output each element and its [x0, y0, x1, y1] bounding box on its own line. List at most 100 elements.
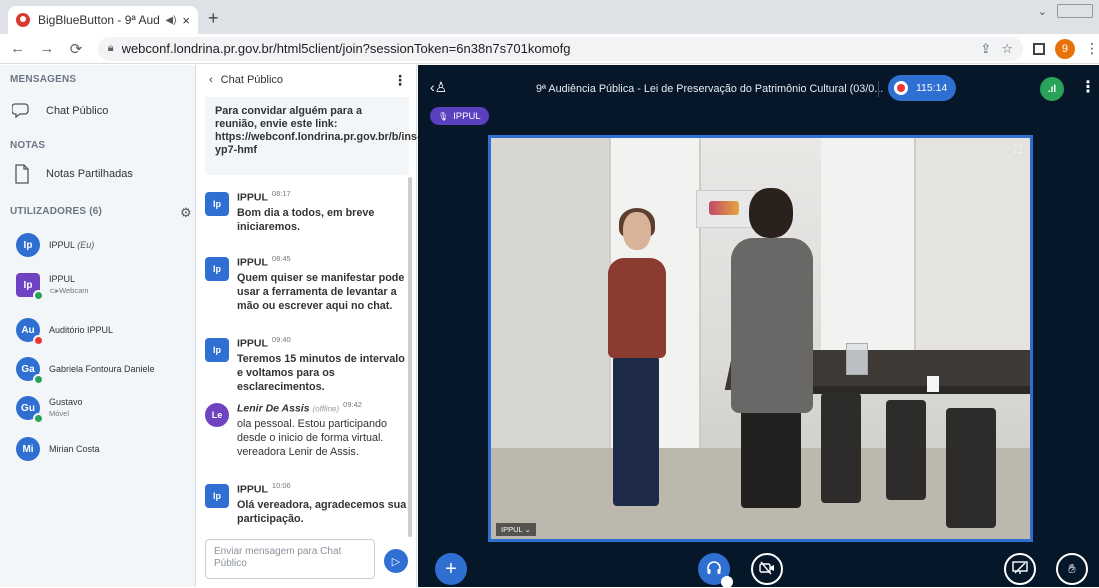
url-text[interactable]: webconf.londrina.pr.gov.br/html5client/j… [122, 41, 971, 56]
raise-hand-button[interactable]: ✋︎ [1056, 553, 1088, 585]
options-menu-icon[interactable]: ⋮ [1080, 77, 1096, 97]
side-panel-icon[interactable] [1032, 42, 1045, 55]
chat-message: Ip IPPUL 08:17 Bom dia a todos, em breve … [205, 189, 410, 234]
new-tab-button[interactable]: + [208, 8, 219, 29]
avatar: Ga [16, 357, 44, 385]
user-list-item[interactable]: Mi Mirian Costa [16, 437, 100, 461]
record-icon [894, 81, 908, 95]
avatar: Au [16, 318, 44, 346]
water-pitcher [846, 343, 868, 375]
user-name: Auditório IPPUL [49, 324, 114, 335]
wall-poster [696, 190, 756, 228]
address-bar[interactable]: 🔒︎ webconf.londrina.pr.gov.br/html5clien… [97, 36, 1023, 61]
chat-options-icon[interactable]: ⋮ [393, 72, 407, 89]
presentation-off-icon [1012, 560, 1028, 578]
microphone-icon: 🎙︎ [438, 111, 449, 121]
avatar: Ip [205, 257, 229, 281]
tab-close-icon[interactable]: × [182, 13, 190, 28]
audio-status-icon [33, 413, 44, 424]
avatar: Ip [205, 338, 229, 362]
document-icon [10, 162, 34, 186]
message-text: Olá vereadora, agradecemos sua participa… [237, 498, 407, 525]
chevron-down-icon[interactable]: ⌄ [1038, 5, 1047, 18]
bigbluebutton-favicon-icon [16, 13, 30, 27]
user-list-item[interactable]: Gu Gustavo Móvel [16, 396, 83, 424]
recording-indicator[interactable]: 115:14 [888, 75, 956, 101]
notes-section-title: NOTAS [10, 140, 46, 151]
video-user-label[interactable]: IPPUL ⌄ [496, 523, 536, 536]
chat-message: Le Lenir De Assis (offline) 09:42 ola pes… [205, 400, 410, 459]
audio-status-icon [33, 374, 44, 385]
chair [821, 393, 861, 503]
headphones-icon [706, 560, 722, 579]
chat-panel: ‹ Chat Público ⋮ Para convidar alguém pa… [197, 65, 421, 587]
wall-panel [491, 138, 611, 448]
message-text: Quem quiser se manifestar pode usar a fe… [237, 271, 405, 312]
welcome-message: Para convidar alguém para a reunião, env… [205, 97, 421, 175]
avatar: Ip [205, 484, 229, 508]
window-buttons-icon[interactable] [1057, 4, 1093, 18]
message-text: Bom dia a todos, em breve iniciaremos. [237, 206, 375, 233]
browser-menu-icon[interactable]: ⋮ [1085, 40, 1099, 57]
talking-indicator[interactable]: 🎙︎ IPPUL [430, 107, 489, 125]
message-text: ola pessoal. Estou participando desde o … [237, 417, 388, 458]
public-chat-label[interactable]: Chat Público [46, 105, 108, 117]
user-name: Gabriela Fontoura Daniele [49, 363, 155, 374]
profile-avatar[interactable]: 9 [1054, 38, 1075, 59]
cup [927, 376, 939, 392]
send-button[interactable]: ▷ [384, 549, 408, 573]
lock-icon[interactable]: 🔒︎ [108, 42, 114, 55]
chat-header: ‹ Chat Público ⋮ [197, 65, 417, 95]
hand-icon: ✋︎ [1068, 561, 1076, 576]
audio-options-icon[interactable] [721, 576, 733, 588]
person-left-legs [613, 356, 659, 506]
message-author: IPPUL 08:17 [237, 189, 291, 204]
forward-arrow-icon[interactable]: → [35, 40, 58, 57]
gear-icon[interactable]: ⚙ [180, 205, 192, 221]
chat-title[interactable]: Chat Público [221, 74, 283, 86]
users-section-title: UTILIZADORES (6) [10, 206, 103, 217]
person-left [608, 258, 666, 358]
speaker-icon[interactable]: ◀) [165, 15, 176, 26]
chair [946, 408, 996, 528]
shared-notes-label[interactable]: Notas Partilhadas [46, 168, 133, 180]
chat-message-input[interactable]: Enviar mensagem para Chat Público [205, 539, 375, 579]
chair [886, 400, 926, 500]
user-list-item[interactable]: Ga Gabriela Fontoura Daniele [16, 357, 155, 385]
toggle-userlist-icon[interactable]: ‹♙ [430, 79, 447, 96]
reload-icon[interactable]: ⟳ [64, 40, 87, 58]
send-arrow-icon: ▷ [391, 555, 401, 568]
sidebar-item-public-chat[interactable]: Chat Público [10, 99, 108, 123]
browser-tab[interactable]: BigBlueButton - 9ª Audiênci ◀) × [8, 6, 198, 34]
message-author: Lenir De Assis (offline) 09:42 [237, 400, 362, 415]
chat-message: Ip IPPUL 10:06 Olá vereadora, agradecemos… [205, 481, 410, 526]
person-left-face [623, 212, 651, 250]
webcam-video[interactable]: ⛶ IPPUL ⌄ [488, 135, 1033, 542]
back-arrow-icon[interactable]: ← [6, 40, 29, 57]
chevron-left-icon[interactable]: ‹ [209, 74, 213, 86]
fullscreen-icon[interactable]: ⛶ [1014, 144, 1022, 157]
divider [878, 81, 879, 97]
audio-status-icon [33, 290, 44, 301]
person-right-head [749, 188, 793, 238]
user-list-item[interactable]: Ip IPPUL (Eu) [16, 233, 94, 257]
browser-tab-bar: BigBlueButton - 9ª Audiênci ◀) × + ⌄ [0, 0, 1099, 34]
connection-status-icon[interactable]: .ıl [1040, 77, 1064, 101]
message-author: IPPUL 10:06 [237, 481, 291, 496]
audio-button[interactable] [698, 553, 733, 588]
presentation-toggle-button[interactable] [1004, 553, 1036, 585]
user-name: IPPUL (Eu) [49, 239, 95, 250]
message-text: Teremos 15 minutos de intervalo e voltam… [237, 352, 405, 393]
avatar: Mi [16, 437, 40, 461]
user-list-item[interactable]: Au Auditório IPPUL [16, 318, 114, 346]
person-right [731, 238, 813, 413]
actions-button[interactable]: + [435, 553, 467, 585]
video-off-icon [759, 561, 775, 578]
sidebar-item-shared-notes[interactable]: Notas Partilhadas [10, 162, 133, 186]
recording-time: 115:14 [916, 82, 948, 94]
sidebar: MENSAGENS Chat Público NOTAS Notas Parti… [0, 65, 196, 587]
share-icon[interactable]: ⇪ [980, 41, 991, 57]
bookmark-star-icon[interactable]: ☆ [1001, 41, 1013, 57]
user-list-item[interactable]: Ip IPPUL ⊂▸Webcam [16, 273, 89, 301]
webcam-toggle-button[interactable] [751, 553, 783, 585]
